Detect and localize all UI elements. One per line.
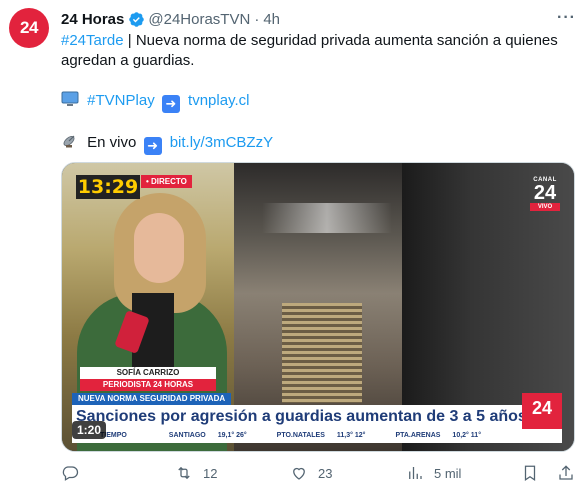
- avatar[interactable]: 24: [9, 8, 49, 48]
- tweet-header: 24 Horas @24HorasTVN · 4h ···: [61, 9, 576, 29]
- stairs-image: [282, 303, 362, 403]
- like-count: 23: [318, 465, 333, 481]
- heart-icon: [293, 467, 305, 480]
- ticker-city: SANTIAGO: [168, 432, 206, 439]
- tweet-body: Nueva norma de seguridad privada aumenta…: [61, 32, 558, 69]
- separator-dot: ·: [254, 10, 260, 28]
- handle[interactable]: @24HorasTVN: [148, 11, 250, 28]
- video-duration: 1:20: [72, 421, 107, 439]
- timestamp[interactable]: 4h: [263, 11, 280, 28]
- verified-badge-icon: [128, 11, 145, 28]
- ticker-temp: 19,1° 26°: [217, 432, 247, 439]
- views-button[interactable]: 5 mil: [406, 461, 461, 485]
- right-arrow-emoji-icon: ➜: [161, 95, 180, 113]
- ceiling-light: [262, 203, 392, 233]
- tv-emoji-icon: [61, 91, 79, 107]
- section-tag: NUEVA NORMA SEGURIDAD PRIVADA: [72, 393, 232, 405]
- reply-button[interactable]: [61, 461, 89, 485]
- tweet-text: #24Tarde | Nueva norma de seguridad priv…: [61, 31, 577, 155]
- more-options-icon[interactable]: ···: [557, 9, 576, 27]
- like-button[interactable]: 23: [290, 461, 332, 485]
- bookmark-button[interactable]: [521, 461, 539, 485]
- channel-logo-vivo: VIVO: [530, 203, 560, 211]
- reply-icon: [62, 466, 79, 481]
- ticker-temp: 10,2° 11°: [452, 432, 481, 439]
- tvnplay-url-link[interactable]: tvnplay.cl: [188, 92, 249, 109]
- action-bar: 12 23 5 mil: [61, 461, 575, 485]
- reporter-name: SOFÍA CARRIZO: [80, 367, 216, 379]
- channel-logo-number: 24: [533, 182, 557, 204]
- live-label: En vivo: [87, 134, 137, 151]
- retweet-icon: [178, 466, 190, 480]
- broadcast-clock: 13:29: [76, 175, 140, 199]
- reporter-role: PERIODISTA 24 HORAS: [80, 379, 216, 391]
- weather-ticker: TIEMPO SANTIAGO 19,1° 26° PTO.NATALES 11,3…: [72, 429, 562, 443]
- retweet-button[interactable]: 12: [175, 461, 217, 485]
- display-name[interactable]: 24 Horas: [61, 11, 124, 28]
- ticker-city: PTO.NATALES: [276, 432, 325, 439]
- views-chart-icon: [409, 467, 422, 479]
- share-icon: [559, 465, 573, 480]
- ticker-temp: 11,3° 12°: [336, 432, 366, 439]
- live-url-link[interactable]: bit.ly/3mCBZzY: [170, 134, 273, 151]
- right-arrow-emoji-icon: ➜: [143, 137, 162, 155]
- pipe-separator: |: [127, 32, 132, 49]
- headline: Sanciones por agresión a guardias aument…: [76, 408, 527, 425]
- share-button[interactable]: [557, 461, 575, 485]
- satellite-dish-emoji-icon: [61, 133, 79, 149]
- tvnplay-hashtag-link[interactable]: #TVNPlay: [87, 92, 155, 109]
- hashtag-link[interactable]: #24Tarde: [61, 32, 124, 49]
- bookmark-icon: [524, 465, 536, 481]
- retweet-count: 12: [203, 465, 218, 481]
- lower-logo: 24: [522, 393, 562, 429]
- ticker-city: PTA.ARENAS: [395, 432, 441, 439]
- video-player[interactable]: 13:29 • DIRECTO CANAL 24 VIVO SOFÍA CARR…: [61, 162, 575, 452]
- live-badge: • DIRECTO: [141, 175, 192, 188]
- reporter-face: [134, 213, 184, 283]
- views-count: 5 mil: [434, 465, 462, 481]
- channel-logo: CANAL 24 VIVO: [530, 177, 560, 215]
